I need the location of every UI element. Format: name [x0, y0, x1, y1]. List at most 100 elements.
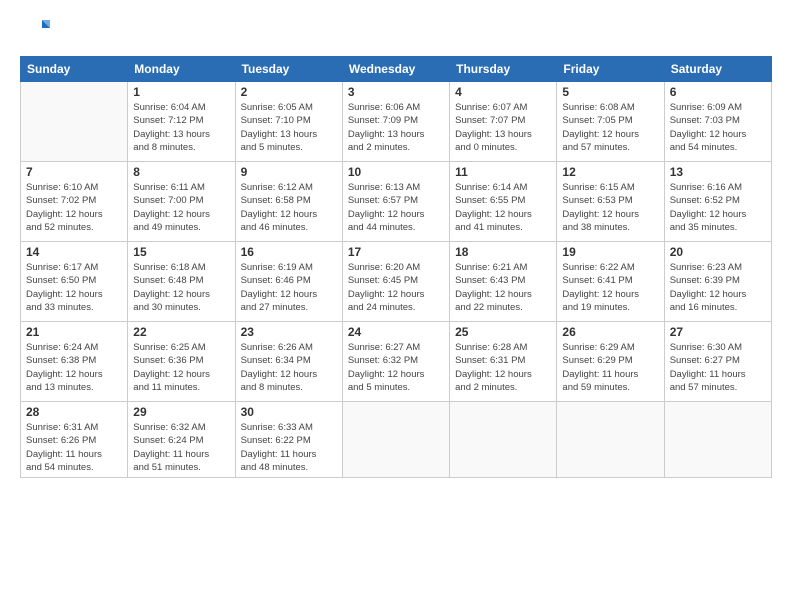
- day-info: Sunrise: 6:04 AM Sunset: 7:12 PM Dayligh…: [133, 101, 229, 154]
- week-row-1: 1 Sunrise: 6:04 AM Sunset: 7:12 PM Daylig…: [21, 82, 772, 162]
- day-cell: [664, 402, 771, 478]
- day-cell: 24 Sunrise: 6:27 AM Sunset: 6:32 PM Dayli…: [342, 322, 449, 402]
- day-info: Sunrise: 6:19 AM Sunset: 6:46 PM Dayligh…: [241, 261, 337, 314]
- day-number: 4: [455, 85, 551, 99]
- day-info: Sunrise: 6:11 AM Sunset: 7:00 PM Dayligh…: [133, 181, 229, 234]
- day-number: 28: [26, 405, 122, 419]
- day-number: 17: [348, 245, 444, 259]
- logo: [20, 16, 54, 46]
- weekday-wednesday: Wednesday: [342, 57, 449, 82]
- day-info: Sunrise: 6:14 AM Sunset: 6:55 PM Dayligh…: [455, 181, 551, 234]
- day-number: 5: [562, 85, 658, 99]
- day-number: 14: [26, 245, 122, 259]
- day-info: Sunrise: 6:09 AM Sunset: 7:03 PM Dayligh…: [670, 101, 766, 154]
- day-info: Sunrise: 6:33 AM Sunset: 6:22 PM Dayligh…: [241, 421, 337, 474]
- week-row-3: 14 Sunrise: 6:17 AM Sunset: 6:50 PM Dayli…: [21, 242, 772, 322]
- weekday-tuesday: Tuesday: [235, 57, 342, 82]
- day-cell: 21Sunrise: 6:24 AM Sunset: 6:38 PM Dayli…: [21, 322, 128, 402]
- day-cell: 14 Sunrise: 6:17 AM Sunset: 6:50 PM Dayli…: [21, 242, 128, 322]
- day-cell: 5 Sunrise: 6:08 AM Sunset: 7:05 PM Daylig…: [557, 82, 664, 162]
- week-row-4: 21Sunrise: 6:24 AM Sunset: 6:38 PM Dayli…: [21, 322, 772, 402]
- day-number: 13: [670, 165, 766, 179]
- page: SundayMondayTuesdayWednesdayThursdayFrid…: [0, 0, 792, 612]
- day-number: 24: [348, 325, 444, 339]
- day-number: 19: [562, 245, 658, 259]
- day-info: Sunrise: 6:22 AM Sunset: 6:41 PM Dayligh…: [562, 261, 658, 314]
- day-info: Sunrise: 6:26 AM Sunset: 6:34 PM Dayligh…: [241, 341, 337, 394]
- day-cell: 20 Sunrise: 6:23 AM Sunset: 6:39 PM Dayli…: [664, 242, 771, 322]
- day-cell: 9 Sunrise: 6:12 AM Sunset: 6:58 PM Daylig…: [235, 162, 342, 242]
- day-cell: 1 Sunrise: 6:04 AM Sunset: 7:12 PM Daylig…: [128, 82, 235, 162]
- day-cell: [450, 402, 557, 478]
- day-info: Sunrise: 6:17 AM Sunset: 6:50 PM Dayligh…: [26, 261, 122, 314]
- day-info: Sunrise: 6:18 AM Sunset: 6:48 PM Dayligh…: [133, 261, 229, 314]
- logo-icon: [20, 16, 50, 46]
- day-info: Sunrise: 6:13 AM Sunset: 6:57 PM Dayligh…: [348, 181, 444, 234]
- day-info: Sunrise: 6:08 AM Sunset: 7:05 PM Dayligh…: [562, 101, 658, 154]
- day-cell: [21, 82, 128, 162]
- day-info: Sunrise: 6:28 AM Sunset: 6:31 PM Dayligh…: [455, 341, 551, 394]
- day-number: 21: [26, 325, 122, 339]
- day-cell: 22 Sunrise: 6:25 AM Sunset: 6:36 PM Dayli…: [128, 322, 235, 402]
- week-row-2: 7Sunrise: 6:10 AM Sunset: 7:02 PM Daylig…: [21, 162, 772, 242]
- day-cell: 3Sunrise: 6:06 AM Sunset: 7:09 PM Daylig…: [342, 82, 449, 162]
- day-cell: 12Sunrise: 6:15 AM Sunset: 6:53 PM Dayli…: [557, 162, 664, 242]
- day-number: 30: [241, 405, 337, 419]
- day-cell: 16 Sunrise: 6:19 AM Sunset: 6:46 PM Dayli…: [235, 242, 342, 322]
- day-number: 26: [562, 325, 658, 339]
- day-info: Sunrise: 6:06 AM Sunset: 7:09 PM Dayligh…: [348, 101, 444, 154]
- day-info: Sunrise: 6:15 AM Sunset: 6:53 PM Dayligh…: [562, 181, 658, 234]
- day-info: Sunrise: 6:07 AM Sunset: 7:07 PM Dayligh…: [455, 101, 551, 154]
- day-number: 2: [241, 85, 337, 99]
- day-info: Sunrise: 6:32 AM Sunset: 6:24 PM Dayligh…: [133, 421, 229, 474]
- day-cell: 29Sunrise: 6:32 AM Sunset: 6:24 PM Dayli…: [128, 402, 235, 478]
- day-info: Sunrise: 6:29 AM Sunset: 6:29 PM Dayligh…: [562, 341, 658, 394]
- day-number: 6: [670, 85, 766, 99]
- weekday-header-row: SundayMondayTuesdayWednesdayThursdayFrid…: [21, 57, 772, 82]
- day-cell: 18 Sunrise: 6:21 AM Sunset: 6:43 PM Dayli…: [450, 242, 557, 322]
- day-cell: 4 Sunrise: 6:07 AM Sunset: 7:07 PM Daylig…: [450, 82, 557, 162]
- day-cell: 15 Sunrise: 6:18 AM Sunset: 6:48 PM Dayli…: [128, 242, 235, 322]
- day-cell: [557, 402, 664, 478]
- day-cell: 7Sunrise: 6:10 AM Sunset: 7:02 PM Daylig…: [21, 162, 128, 242]
- day-number: 1: [133, 85, 229, 99]
- day-cell: 11 Sunrise: 6:14 AM Sunset: 6:55 PM Dayli…: [450, 162, 557, 242]
- day-info: Sunrise: 6:16 AM Sunset: 6:52 PM Dayligh…: [670, 181, 766, 234]
- day-cell: [342, 402, 449, 478]
- day-info: Sunrise: 6:23 AM Sunset: 6:39 PM Dayligh…: [670, 261, 766, 314]
- day-number: 27: [670, 325, 766, 339]
- day-info: Sunrise: 6:25 AM Sunset: 6:36 PM Dayligh…: [133, 341, 229, 394]
- day-number: 22: [133, 325, 229, 339]
- weekday-sunday: Sunday: [21, 57, 128, 82]
- day-cell: 10 Sunrise: 6:13 AM Sunset: 6:57 PM Dayli…: [342, 162, 449, 242]
- weekday-friday: Friday: [557, 57, 664, 82]
- day-number: 10: [348, 165, 444, 179]
- day-info: Sunrise: 6:20 AM Sunset: 6:45 PM Dayligh…: [348, 261, 444, 314]
- day-number: 20: [670, 245, 766, 259]
- day-info: Sunrise: 6:31 AM Sunset: 6:26 PM Dayligh…: [26, 421, 122, 474]
- day-number: 15: [133, 245, 229, 259]
- day-info: Sunrise: 6:27 AM Sunset: 6:32 PM Dayligh…: [348, 341, 444, 394]
- day-number: 16: [241, 245, 337, 259]
- day-cell: 2 Sunrise: 6:05 AM Sunset: 7:10 PM Daylig…: [235, 82, 342, 162]
- header: [20, 16, 772, 46]
- day-cell: 6 Sunrise: 6:09 AM Sunset: 7:03 PM Daylig…: [664, 82, 771, 162]
- day-number: 7: [26, 165, 122, 179]
- day-number: 23: [241, 325, 337, 339]
- day-cell: 23 Sunrise: 6:26 AM Sunset: 6:34 PM Dayli…: [235, 322, 342, 402]
- day-cell: 27 Sunrise: 6:30 AM Sunset: 6:27 PM Dayli…: [664, 322, 771, 402]
- day-info: Sunrise: 6:05 AM Sunset: 7:10 PM Dayligh…: [241, 101, 337, 154]
- day-cell: 8 Sunrise: 6:11 AM Sunset: 7:00 PM Daylig…: [128, 162, 235, 242]
- day-number: 11: [455, 165, 551, 179]
- day-number: 18: [455, 245, 551, 259]
- day-number: 9: [241, 165, 337, 179]
- day-info: Sunrise: 6:21 AM Sunset: 6:43 PM Dayligh…: [455, 261, 551, 314]
- day-info: Sunrise: 6:12 AM Sunset: 6:58 PM Dayligh…: [241, 181, 337, 234]
- day-info: Sunrise: 6:30 AM Sunset: 6:27 PM Dayligh…: [670, 341, 766, 394]
- calendar: SundayMondayTuesdayWednesdayThursdayFrid…: [20, 56, 772, 478]
- day-cell: 17 Sunrise: 6:20 AM Sunset: 6:45 PM Dayli…: [342, 242, 449, 322]
- day-number: 8: [133, 165, 229, 179]
- weekday-thursday: Thursday: [450, 57, 557, 82]
- day-number: 25: [455, 325, 551, 339]
- weekday-saturday: Saturday: [664, 57, 771, 82]
